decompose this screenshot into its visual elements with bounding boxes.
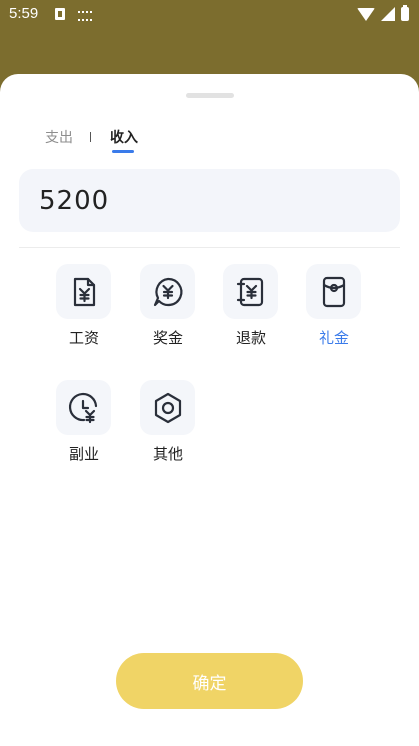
gift-money-icon: [322, 276, 345, 307]
wifi-icon: [357, 7, 375, 21]
category-icon-box: [140, 264, 195, 319]
bonus-icon: [153, 277, 182, 306]
tab-expense[interactable]: 支出: [45, 127, 73, 147]
signal-icon: [381, 7, 395, 21]
category-label: 退款: [235, 329, 266, 347]
category-icon-box: [306, 264, 361, 319]
category-other[interactable]: 其他: [140, 380, 196, 464]
category-label: 其他: [152, 445, 183, 463]
drag-handle[interactable]: [186, 93, 234, 98]
tab-active-indicator: [112, 150, 134, 153]
confirm-button[interactable]: 确定: [116, 653, 303, 709]
category-icon-box: [56, 264, 111, 319]
category-side-job[interactable]: 副业: [56, 380, 112, 464]
category-bonus[interactable]: 奖金: [140, 264, 196, 348]
other-icon: [154, 392, 181, 423]
amount-value: 5200: [39, 186, 110, 216]
side-job-icon: [68, 392, 97, 423]
tab-divider: [90, 132, 91, 142]
tab-income[interactable]: 收入: [110, 127, 138, 147]
category-label: 奖金: [152, 329, 183, 347]
status-bar: 5:59: [0, 0, 419, 30]
category-icon-box: [140, 380, 195, 435]
salary-icon: [73, 277, 95, 306]
divider: [19, 247, 400, 248]
category-icon-box: [223, 264, 278, 319]
notification-dots-icon: [78, 11, 92, 21]
refund-icon: [236, 277, 263, 306]
status-indicators: [357, 5, 409, 21]
category-salary[interactable]: 工资: [56, 264, 112, 348]
category-label: 副业: [68, 445, 99, 463]
app-notification-icon: [55, 8, 65, 20]
category-gift-money[interactable]: 礼金: [306, 264, 362, 348]
battery-icon: [401, 5, 409, 21]
status-time: 5:59: [9, 5, 39, 22]
category-label: 工资: [68, 329, 99, 347]
category-refund[interactable]: 退款: [223, 264, 279, 348]
category-label: 礼金: [318, 329, 349, 347]
amount-input[interactable]: 5200: [19, 169, 400, 232]
bottom-sheet: 支出 收入 5200 工资 奖金 退款 礼金 副业 其他 确定: [0, 74, 419, 746]
category-icon-box: [56, 380, 111, 435]
